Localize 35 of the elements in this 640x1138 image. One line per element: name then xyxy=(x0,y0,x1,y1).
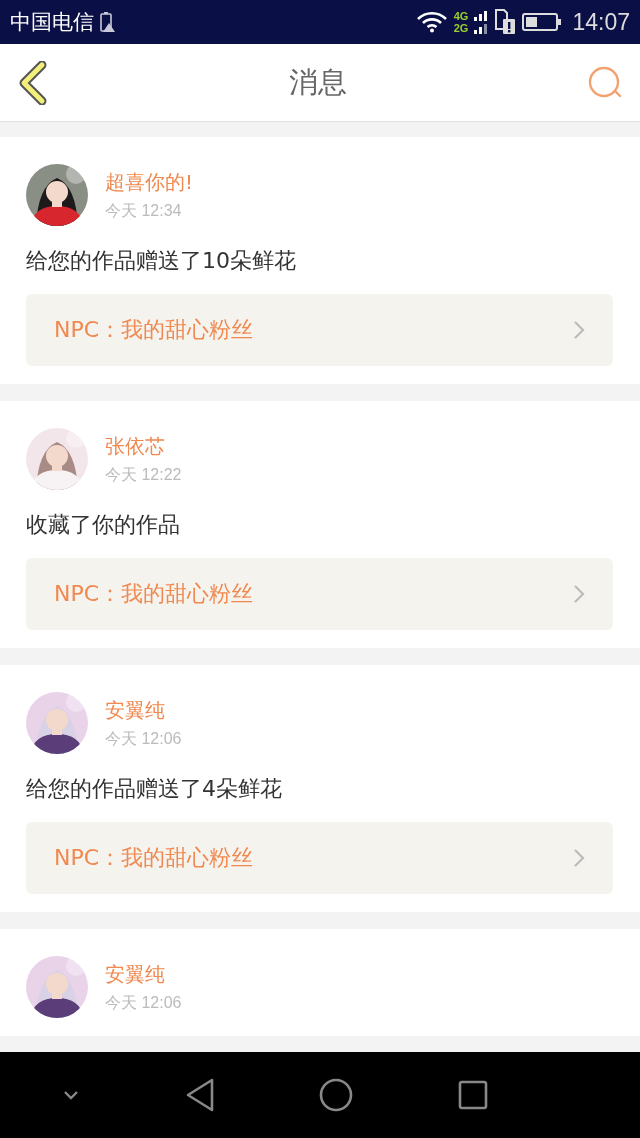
chevron-down-icon[interactable] xyxy=(62,1089,81,1101)
battery-icon xyxy=(522,12,563,32)
battery-warning-icon xyxy=(100,11,116,33)
home-circle-icon[interactable] xyxy=(319,1078,354,1112)
page-title: 消息 xyxy=(288,63,347,101)
sim-card-icon xyxy=(494,9,517,35)
message-text: 给您的作品赠送了4朵鲜花 xyxy=(26,775,283,803)
sender-name[interactable]: 超喜你的! xyxy=(105,168,194,196)
sender-name[interactable]: 安翼纯 xyxy=(105,960,182,988)
back-triangle-icon[interactable] xyxy=(184,1078,215,1112)
work-link[interactable]: NPC：我的甜心粉丝 xyxy=(26,558,613,630)
message-time: 今天 12:22 xyxy=(105,464,182,485)
message-time: 今天 12:06 xyxy=(105,992,182,1013)
network-type: 4G xyxy=(453,10,469,22)
message-text: 给您的作品赠送了10朵鲜花 xyxy=(26,247,297,275)
signal-icon xyxy=(474,9,489,35)
message-time: 今天 12:06 xyxy=(105,728,182,749)
recent-apps-icon[interactable] xyxy=(457,1080,488,1110)
chevron-right-icon xyxy=(573,320,585,340)
wifi-icon xyxy=(415,11,448,33)
work-title: NPC：我的甜心粉丝 xyxy=(54,316,254,344)
back-icon[interactable] xyxy=(18,60,48,105)
chevron-right-icon xyxy=(573,584,585,604)
sender-name[interactable]: 张依芯 xyxy=(105,432,182,460)
chevron-right-icon xyxy=(573,848,585,868)
work-title: NPC：我的甜心粉丝 xyxy=(54,844,254,872)
sender-name[interactable]: 安翼纯 xyxy=(105,696,182,724)
work-link[interactable]: NPC：我的甜心粉丝 xyxy=(26,294,613,366)
carrier-name: 中国电信 xyxy=(10,9,94,36)
work-link[interactable]: NPC：我的甜心粉丝 xyxy=(26,822,613,894)
message-text: 收藏了你的作品 xyxy=(26,511,181,539)
network-type: 2G xyxy=(453,22,469,34)
work-title: NPC：我的甜心粉丝 xyxy=(54,580,254,608)
clock-time: 14:07 xyxy=(572,8,630,36)
message-time: 今天 12:34 xyxy=(105,200,183,221)
